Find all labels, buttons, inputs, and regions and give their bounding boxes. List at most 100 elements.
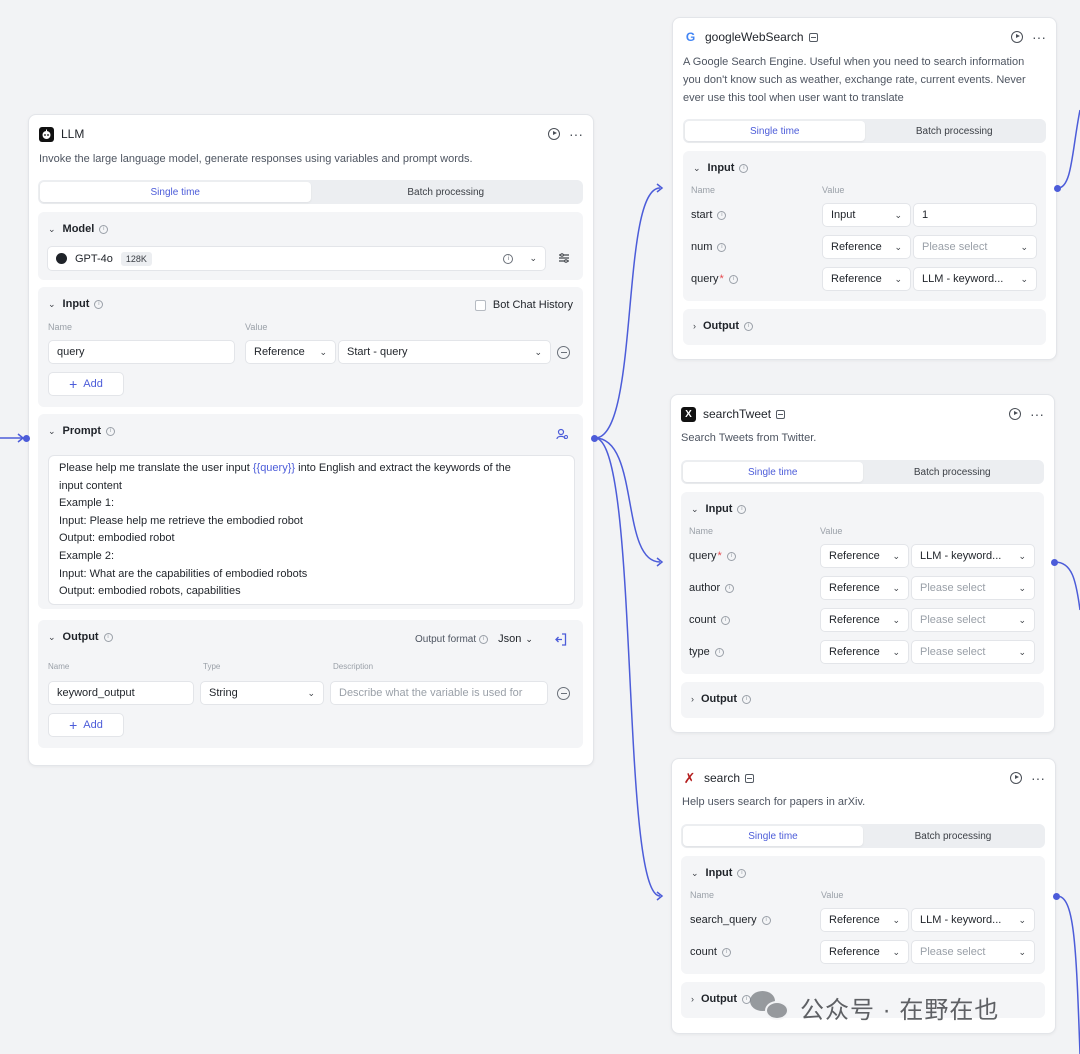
run-node-icon[interactable]	[1010, 772, 1022, 784]
param-value-select[interactable]: Please select ⌄	[911, 608, 1035, 632]
chevron-down-icon: ⌄	[525, 633, 533, 644]
output-section: › Output i	[681, 682, 1044, 718]
output-format-select[interactable]: Json ⌄	[498, 633, 533, 645]
button-label: Add	[83, 378, 103, 390]
input-section-header[interactable]: ⌄ Input i	[693, 162, 749, 174]
prompt-library-icon[interactable]	[556, 428, 568, 443]
field-value: Reference	[254, 346, 305, 358]
input-section-header[interactable]: ⌄ Input i	[48, 298, 104, 310]
llm-node[interactable]: LLM ··· Invoke the large language model,…	[28, 114, 594, 766]
output-format-label: Output format	[415, 633, 477, 645]
input-section-header[interactable]: ⌄ Input i	[691, 503, 747, 515]
input-name-field[interactable]: query	[48, 340, 235, 364]
param-mode-select[interactable]: Reference ⌄	[820, 576, 909, 600]
import-output-icon[interactable]	[554, 633, 567, 649]
param-value-select[interactable]: Please select ⌄	[913, 235, 1037, 259]
param-value-select[interactable]: Please select ⌄	[911, 640, 1035, 664]
chevron-down-icon: ⌄	[691, 503, 699, 514]
model-select[interactable]: GPT-4o 128K i ⌄	[47, 246, 546, 271]
param-mode-select[interactable]: Reference ⌄	[822, 235, 911, 259]
more-options-icon[interactable]: ···	[1031, 771, 1045, 785]
watermark: 公众号 · 在野在也	[750, 990, 999, 1025]
chevron-down-icon: ⌄	[892, 646, 900, 657]
tab-single-time[interactable]: Single time	[683, 462, 863, 482]
plugin-badge-icon	[776, 409, 786, 419]
input-mode-select[interactable]: Reference ⌄	[245, 340, 336, 364]
more-options-icon[interactable]: ···	[569, 127, 583, 141]
add-input-button[interactable]: + Add	[48, 372, 124, 396]
llm-output-port[interactable]	[591, 435, 598, 442]
column-header-name: Name	[48, 322, 73, 332]
chevron-down-icon: ⌄	[1018, 582, 1026, 593]
more-options-icon[interactable]: ···	[1032, 30, 1046, 44]
remove-row-icon[interactable]	[557, 346, 570, 359]
input-section: ⌄ Input i Name Value start i Input ⌄ 1 n…	[683, 151, 1046, 301]
run-node-icon[interactable]	[548, 128, 560, 140]
prompt-editor[interactable]: Please help me translate the user input …	[48, 455, 575, 605]
tab-batch-processing[interactable]: Batch processing	[863, 826, 1043, 846]
param-mode-select[interactable]: Reference ⌄	[820, 940, 909, 964]
param-mode-select[interactable]: Input ⌄	[822, 203, 911, 227]
field-value: keyword_output	[57, 687, 135, 699]
param-query: query * i	[689, 550, 736, 562]
node-description: Invoke the large language model, generat…	[39, 153, 473, 165]
remove-row-icon[interactable]	[557, 687, 570, 700]
info-icon: i	[721, 947, 731, 957]
output-name-field[interactable]: keyword_output	[48, 681, 194, 705]
output-type-select[interactable]: String ⌄	[200, 681, 324, 705]
chevron-down-icon: ⌄	[1018, 646, 1026, 657]
param-value-input[interactable]: 1	[913, 203, 1037, 227]
param-mode-select[interactable]: Reference ⌄	[820, 908, 909, 932]
output-section-header[interactable]: › Output i	[693, 320, 754, 332]
param-mode-select[interactable]: Reference ⌄	[822, 267, 911, 291]
tab-single-time[interactable]: Single time	[685, 121, 865, 141]
add-output-button[interactable]: + Add	[48, 713, 124, 737]
output-section-header[interactable]: › Output i	[691, 693, 752, 705]
input-section-header[interactable]: ⌄ Input i	[691, 867, 747, 879]
param-value-select[interactable]: LLM - keyword... ⌄	[911, 908, 1035, 932]
tweet-output-port[interactable]	[1051, 559, 1058, 566]
run-node-icon[interactable]	[1009, 408, 1021, 420]
section-label: Input	[707, 162, 735, 174]
wire-google-out	[1057, 109, 1080, 189]
output-section-header[interactable]: ⌄ Output i	[48, 631, 113, 643]
info-icon: i	[725, 583, 735, 593]
param-value-select[interactable]: LLM - keyword... ⌄	[911, 544, 1035, 568]
param-value-select[interactable]: LLM - keyword... ⌄	[913, 267, 1037, 291]
tab-batch-processing[interactable]: Batch processing	[311, 182, 582, 202]
search-tweet-node[interactable]: X searchTweet ··· Search Tweets from Twi…	[670, 394, 1055, 733]
output-section-header[interactable]: › Output i	[691, 993, 752, 1005]
google-web-search-node[interactable]: G googleWebSearch ··· A Google Search En…	[672, 17, 1057, 360]
tab-batch-processing[interactable]: Batch processing	[865, 121, 1045, 141]
output-description-field[interactable]: Describe what the variable is used for	[330, 681, 548, 705]
field-value: Reference	[829, 946, 880, 958]
model-info-icon[interactable]: i	[503, 253, 514, 264]
tab-single-time[interactable]: Single time	[40, 182, 311, 202]
prompt-line: Output: embodied robot	[59, 532, 175, 545]
model-settings-icon[interactable]	[558, 252, 570, 264]
more-options-icon[interactable]: ···	[1030, 407, 1044, 421]
run-node-icon[interactable]	[1011, 31, 1023, 43]
model-section-header[interactable]: ⌄ Model i	[48, 223, 109, 235]
param-num: num i	[691, 241, 727, 253]
arxiv-output-port[interactable]	[1053, 893, 1060, 900]
output-section: › Output i	[683, 309, 1046, 345]
param-mode-select[interactable]: Reference ⌄	[820, 608, 909, 632]
bot-chat-history-toggle[interactable]: Bot Chat History	[474, 299, 573, 311]
param-author: author i	[689, 582, 735, 594]
param-mode-select[interactable]: Reference ⌄	[820, 640, 909, 664]
param-mode-select[interactable]: Reference ⌄	[820, 544, 909, 568]
tab-single-time[interactable]: Single time	[683, 826, 863, 846]
param-value-select[interactable]: Please select ⌄	[911, 576, 1035, 600]
input-value-select[interactable]: Start - query ⌄	[338, 340, 551, 364]
llm-input-port[interactable]	[23, 435, 30, 442]
section-label: Output	[701, 693, 738, 705]
info-icon: i	[106, 426, 116, 436]
tab-batch-processing[interactable]: Batch processing	[863, 462, 1043, 482]
checkbox[interactable]	[474, 299, 486, 311]
prompt-section-header[interactable]: ⌄ Prompt i	[48, 425, 116, 437]
google-output-port[interactable]	[1054, 185, 1061, 192]
param-value-select[interactable]: Please select ⌄	[911, 940, 1035, 964]
chevron-right-icon: ›	[691, 694, 694, 704]
arrow-into-google	[656, 183, 664, 193]
